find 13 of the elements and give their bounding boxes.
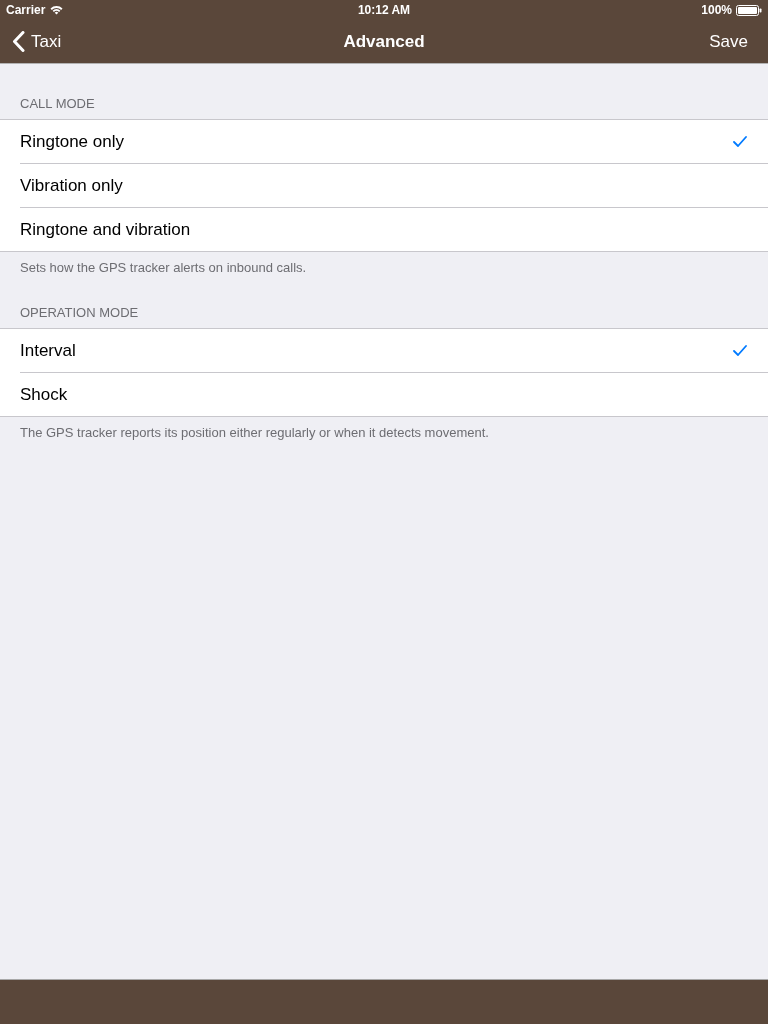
status-time: 10:12 AM — [357, 2, 411, 19]
section-footer: Sets how the GPS tracker alerts on inbound calls. — [20, 260, 307, 276]
battery-icon — [736, 4, 762, 16]
section-header: OPERATION MODE — [20, 305, 139, 321]
section-footer: The GPS tracker reports its position either regularly or when it detects movement. — [20, 425, 489, 441]
back-chevron-icon — [12, 31, 25, 52]
save-button[interactable]: Save — [709, 28, 748, 55]
back-button[interactable]: Taxi — [12, 28, 62, 55]
carrier-label: Carrier — [6, 2, 46, 19]
section-header: CALL MODE — [20, 96, 95, 112]
page-title: Advanced — [343, 30, 425, 53]
wifi-icon — [50, 5, 64, 15]
battery-percentage: 100% — [701, 2, 732, 19]
